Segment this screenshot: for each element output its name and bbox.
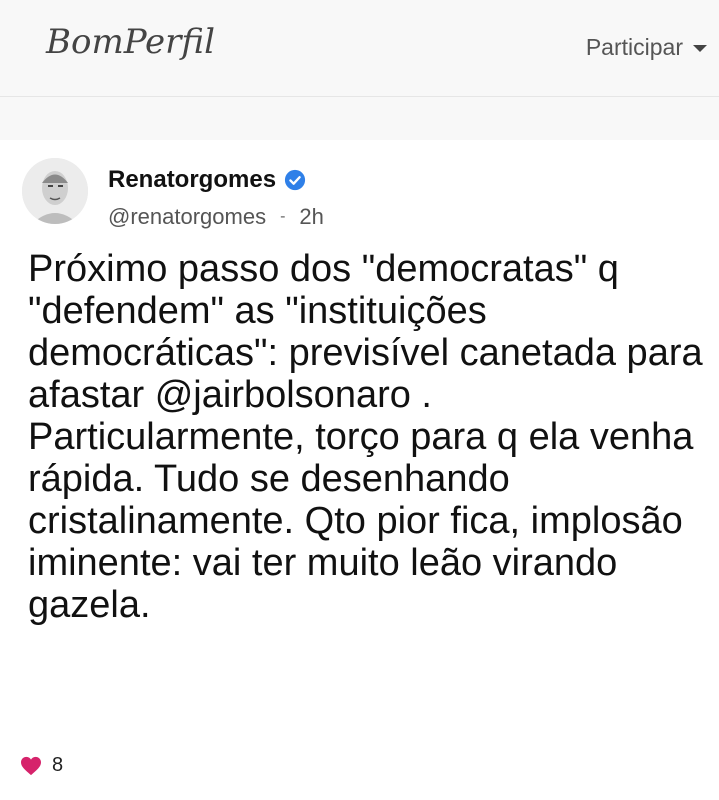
participar-menu-button[interactable]: Participar (586, 34, 707, 61)
site-logo[interactable]: BomPerfil (46, 22, 215, 62)
avatar-photo-icon (22, 158, 88, 224)
post-time: 2h (299, 204, 324, 229)
caret-down-icon (693, 45, 707, 52)
handle-row: @renatorgomes - 2h (108, 204, 324, 230)
heart-icon[interactable] (20, 756, 42, 776)
participar-label: Participar (585, 34, 683, 60)
avatar[interactable] (22, 158, 88, 224)
separator: - (280, 208, 286, 225)
likes-row[interactable]: 8 (20, 754, 63, 777)
post-body-text: Próximo passo dos "democratas" q "defend… (28, 248, 703, 626)
verified-badge-icon (284, 169, 306, 191)
author-handle[interactable]: @renatorgomes (108, 204, 266, 230)
author-name[interactable]: Renatorgomes (108, 166, 276, 194)
likes-count: 8 (52, 754, 64, 776)
top-navigation-bar: BomPerfil Participar (0, 0, 719, 97)
header-spacer (0, 97, 719, 140)
post-card: Renatorgomes @renatorgomes - 2h Próximo … (0, 140, 719, 800)
author-name-row: Renatorgomes (108, 166, 306, 194)
